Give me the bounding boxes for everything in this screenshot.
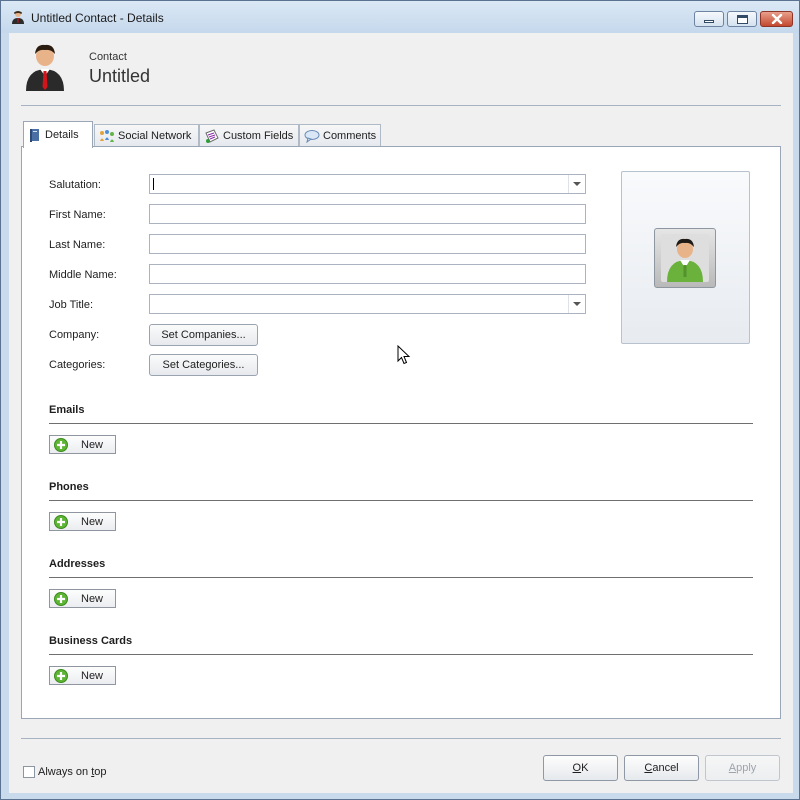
speech-bubble-icon (304, 130, 320, 143)
contact-avatar-icon (26, 44, 64, 91)
tab-custom-fields[interactable]: Custom Fields (199, 124, 299, 147)
photo-button[interactable] (654, 228, 716, 288)
categories-label: Categories: (49, 359, 106, 371)
new-phone-label: New (81, 515, 104, 528)
business-cards-divider (49, 654, 753, 655)
set-companies-button[interactable]: Set Companies... (149, 324, 258, 346)
new-business-card-label: New (81, 669, 104, 682)
add-icon (54, 437, 68, 452)
last-name-field[interactable] (149, 234, 586, 254)
book-icon (30, 128, 39, 142)
first-name-label: First Name: (49, 209, 106, 221)
photo-area (621, 171, 750, 344)
set-categories-button[interactable]: Set Categories... (149, 354, 258, 376)
first-name-field[interactable] (149, 204, 586, 224)
details-tab-panel: Salutation: First Name: Last Name: Middl… (21, 146, 781, 719)
phones-section-title: Phones (49, 481, 89, 493)
job-title-combo[interactable] (149, 294, 586, 314)
close-button[interactable] (760, 11, 793, 27)
tab-social-network[interactable]: Social Network (94, 124, 199, 147)
header-divider (21, 105, 781, 106)
window-title: Untitled Contact - Details (31, 11, 164, 25)
always-on-top-label[interactable]: Always on top (38, 766, 107, 778)
minimize-button[interactable] (694, 11, 724, 27)
company-label: Company: (49, 329, 100, 341)
salutation-combo[interactable] (149, 174, 586, 194)
header-subtitle: Contact (89, 51, 127, 63)
header-contact-name: Untitled (89, 66, 151, 86)
emails-section-title: Emails (49, 404, 85, 416)
cancel-button[interactable]: Cancel (624, 755, 699, 781)
last-name-label: Last Name: (49, 239, 106, 251)
chevron-down-icon (573, 182, 581, 186)
title-bar[interactable]: Untitled Contact - Details (1, 1, 799, 33)
custom-fields-icon (205, 128, 219, 143)
apply-button[interactable]: Apply (705, 755, 780, 781)
minimize-icon (704, 20, 714, 23)
contact-details-window: Untitled Contact - Details Contact Untit… (0, 0, 800, 800)
contact-person-icon (12, 11, 24, 24)
emails-divider (49, 423, 753, 424)
middle-name-label: Middle Name: (49, 269, 117, 281)
social-network-icon (100, 130, 114, 142)
client-area: Contact Untitled Details Social Network (9, 33, 793, 793)
job-title-dropdown-button[interactable] (568, 295, 585, 313)
tab-details-label: Details (45, 129, 79, 141)
addresses-divider (49, 577, 753, 578)
chevron-down-icon (573, 302, 581, 306)
new-phone-button[interactable]: New (49, 512, 116, 531)
add-icon (54, 668, 68, 683)
tab-comments[interactable]: Comments (299, 124, 381, 147)
tab-details[interactable]: Details (23, 121, 93, 148)
new-address-label: New (81, 592, 104, 605)
new-address-button[interactable]: New (49, 589, 116, 608)
footer-divider (21, 738, 781, 739)
new-business-card-button[interactable]: New (49, 666, 116, 685)
add-icon (54, 591, 68, 606)
ok-button[interactable]: OK (543, 755, 618, 781)
mouse-pointer-icon (397, 345, 411, 365)
addresses-section-title: Addresses (49, 558, 106, 570)
new-email-label: New (81, 438, 104, 451)
text-cursor (153, 178, 154, 190)
tab-social-network-label: Social Network (118, 130, 192, 142)
job-title-label: Job Title: (49, 299, 94, 311)
close-icon (771, 14, 782, 24)
add-icon (54, 514, 68, 529)
phones-divider (49, 500, 753, 501)
tab-custom-fields-label: Custom Fields (223, 130, 294, 142)
middle-name-field[interactable] (149, 264, 586, 284)
tab-comments-label: Comments (323, 130, 377, 142)
business-cards-section-title: Business Cards (49, 635, 133, 647)
always-on-top-checkbox[interactable] (23, 766, 35, 778)
maximize-icon (736, 14, 748, 24)
salutation-dropdown-button[interactable] (568, 175, 585, 193)
maximize-button[interactable] (727, 11, 757, 27)
new-email-button[interactable]: New (49, 435, 116, 454)
contact-photo-placeholder-icon (661, 234, 709, 282)
salutation-label: Salutation: (49, 179, 101, 191)
